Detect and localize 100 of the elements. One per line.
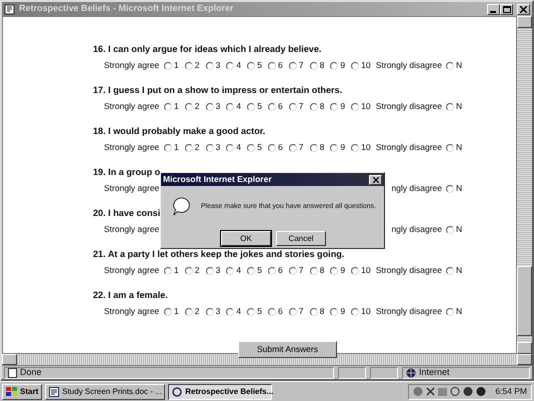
dialog-title: Microsoft Internet Explorer	[163, 173, 272, 186]
radio-button[interactable]	[184, 266, 193, 274]
option-label: 1	[174, 100, 179, 113]
radio-button[interactable]	[184, 144, 193, 152]
question-text: 20. I have consi	[93, 207, 160, 220]
radio-button[interactable]	[330, 266, 338, 274]
radio-button[interactable]	[206, 144, 214, 152]
radio-button[interactable]	[268, 144, 276, 152]
radio-button[interactable]	[226, 308, 234, 316]
radio-button[interactable]	[164, 266, 172, 274]
window-title: Retrospective Beliefs - Microsoft Internet Explorer	[19, 2, 234, 16]
radio-button[interactable]	[446, 102, 454, 110]
radio-button[interactable]	[288, 266, 297, 274]
scale-label: Strongly agree	[104, 182, 160, 195]
radio-button[interactable]	[446, 144, 454, 152]
browser-icon	[172, 386, 182, 396]
radio-button[interactable]	[268, 62, 276, 70]
radio-button[interactable]	[310, 266, 318, 274]
option-label: 4	[236, 100, 242, 113]
scale-label: ngly disagree	[390, 223, 443, 236]
radio-button[interactable]	[164, 308, 172, 316]
submit-button[interactable]: Submit Answers	[238, 341, 337, 358]
radio-button[interactable]	[351, 102, 360, 110]
close-button[interactable]	[517, 4, 530, 14]
horizontal-scrollbar[interactable]	[2, 354, 532, 365]
tray-icon[interactable]	[426, 386, 436, 397]
tray-icon[interactable]	[463, 386, 474, 397]
radio-button[interactable]	[164, 102, 172, 110]
radio-button[interactable]	[288, 62, 297, 70]
radio-button[interactable]	[330, 102, 338, 110]
radio-button[interactable]	[288, 102, 297, 110]
taskbar-button[interactable]: Study Screen Prints.doc - ...	[45, 384, 166, 400]
option-label: 2	[194, 264, 200, 277]
dialog-button[interactable]: OK	[221, 231, 271, 246]
radio-button[interactable]	[226, 62, 234, 70]
radio-button[interactable]	[184, 62, 193, 70]
option-label: N	[456, 59, 462, 72]
radio-button[interactable]	[247, 308, 256, 316]
radio-button[interactable]	[184, 102, 193, 110]
radio-button[interactable]	[184, 308, 193, 316]
scale-label: Strongly disagree	[374, 141, 443, 154]
radio-button[interactable]	[351, 308, 360, 316]
radio-button[interactable]	[310, 62, 318, 70]
option-label: 2	[194, 59, 200, 72]
radio-button[interactable]	[310, 144, 318, 152]
radio-button[interactable]	[206, 102, 214, 110]
radio-button[interactable]	[247, 62, 256, 70]
radio-button[interactable]	[288, 308, 297, 316]
option-label: 7	[298, 305, 304, 318]
radio-button[interactable]	[351, 266, 360, 274]
radio-button[interactable]	[330, 62, 338, 70]
option-label: 6	[278, 100, 283, 113]
option-label: 4	[236, 141, 242, 154]
page-icon	[8, 368, 17, 378]
radio-button[interactable]	[446, 62, 454, 70]
radio-button[interactable]	[351, 144, 360, 152]
radio-button[interactable]	[446, 184, 454, 192]
radio-button[interactable]	[247, 102, 256, 110]
radio-button[interactable]	[351, 62, 360, 70]
radio-button[interactable]	[206, 266, 214, 274]
option-label: N	[456, 264, 462, 277]
radio-button[interactable]	[226, 266, 234, 274]
question-text: 21. At a party I let others keep the jokes and stories going.	[93, 248, 344, 261]
option-label: 4	[236, 59, 242, 72]
taskbar-button[interactable]: Retrospective Beliefs...	[168, 384, 272, 400]
close-icon	[372, 176, 378, 182]
tray-icon[interactable]	[450, 386, 460, 397]
scale-label: Strongly agree	[104, 305, 160, 318]
radio-button[interactable]	[310, 308, 318, 316]
maximize-button[interactable]	[500, 4, 513, 14]
radio-button[interactable]	[164, 144, 172, 152]
radio-button[interactable]	[206, 308, 214, 316]
dialog-button[interactable]: Cancel	[276, 231, 326, 246]
radio-button[interactable]	[206, 62, 214, 70]
close-button[interactable]	[369, 174, 382, 184]
option-label: 8	[320, 59, 324, 72]
radio-button[interactable]	[164, 62, 172, 70]
option-label: N	[456, 100, 462, 113]
radio-button[interactable]	[268, 102, 276, 110]
radio-button[interactable]	[226, 102, 234, 110]
radio-button[interactable]	[446, 226, 454, 234]
option-label: 1	[174, 141, 179, 154]
radio-button[interactable]	[446, 308, 454, 316]
option-label: N	[456, 141, 462, 154]
radio-button[interactable]	[226, 144, 234, 152]
radio-button[interactable]	[446, 266, 454, 274]
vertical-scrollbar[interactable]	[517, 16, 532, 354]
option-label: 3	[216, 59, 220, 72]
radio-button[interactable]	[330, 308, 338, 316]
radio-button[interactable]	[268, 266, 276, 274]
radio-button[interactable]	[268, 308, 276, 316]
start-button[interactable]: Start	[2, 384, 42, 400]
radio-button[interactable]	[310, 102, 318, 110]
radio-button[interactable]	[247, 266, 256, 274]
radio-button[interactable]	[288, 144, 297, 152]
minimize-button[interactable]	[487, 4, 500, 14]
scale-label: Strongly disagree	[374, 100, 443, 113]
radio-button[interactable]	[330, 144, 338, 152]
tray-icon[interactable]	[476, 386, 486, 397]
radio-button[interactable]	[247, 144, 256, 152]
